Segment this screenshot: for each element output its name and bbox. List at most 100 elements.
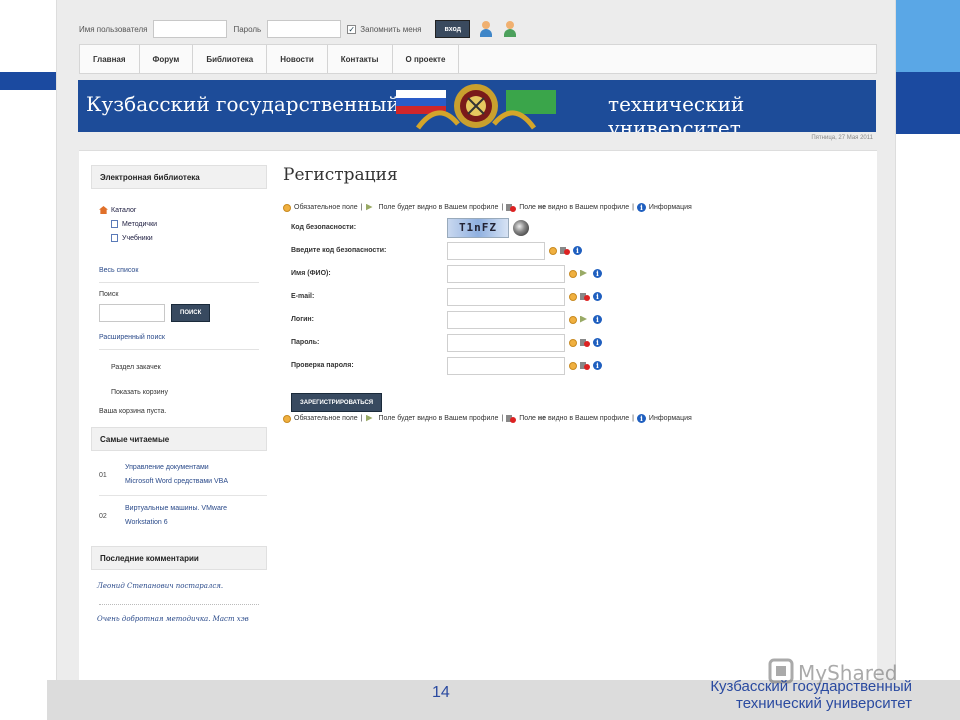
form-row-password: Пароль: i — [283, 331, 863, 354]
legend-hidden-bold: не — [537, 415, 547, 422]
tree-item-manuals[interactable]: Методички — [99, 217, 267, 231]
field-label: Проверка пароля: — [291, 362, 354, 369]
item-title-line2: Workstation 6 — [125, 519, 168, 526]
nav-item-home[interactable]: Главная — [80, 45, 140, 73]
info-icon: i — [636, 203, 646, 212]
nav-item-news[interactable]: Новости — [267, 45, 328, 73]
field-label: Имя (ФИО): — [291, 270, 331, 277]
field-label: Пароль: — [291, 339, 320, 346]
nav-item-library[interactable]: Библиотека — [193, 45, 268, 73]
form-row-email: E-mail: i — [283, 285, 863, 308]
advanced-search-link[interactable]: Расширенный поиск — [91, 334, 267, 341]
username-input[interactable] — [153, 20, 228, 38]
remember-checkbox[interactable]: ✓ — [347, 24, 357, 34]
comment-link[interactable]: Очень добротная методичка. Маст хэв — [91, 615, 267, 623]
visible-icon — [580, 270, 590, 278]
popular-heading: Самые читаемые — [91, 427, 267, 451]
tree-item-catalog[interactable]: Каталог — [99, 203, 267, 217]
login-input[interactable] — [447, 310, 565, 329]
cart-status: Ваша корзина пуста. — [99, 408, 167, 415]
banner-right-text: технический университет — [608, 92, 745, 132]
search-button[interactable]: ПОИСК — [171, 304, 211, 322]
slide-left-margin — [0, 0, 56, 680]
slide-left-accent-bar — [0, 72, 56, 90]
required-icon — [569, 269, 577, 278]
downloads-link[interactable]: Раздел закачек — [91, 364, 267, 371]
user-register-icon[interactable] — [502, 21, 518, 37]
content-area: Электронная библиотека Каталог Методички… — [79, 150, 877, 680]
legend-hidden-bold: не — [537, 204, 547, 211]
hidden-icon — [580, 292, 590, 301]
legend-separator: | — [632, 204, 634, 211]
email-input[interactable] — [447, 287, 565, 306]
legend-required: Обязательное поле — [294, 204, 358, 211]
hidden-icon — [580, 361, 590, 370]
nav-item-contacts[interactable]: Контакты — [328, 45, 393, 73]
legend-hidden-prefix: Поле — [519, 204, 538, 211]
current-date: Пятница, 27 Мая 2011 — [811, 135, 873, 141]
user-login-icon[interactable] — [478, 21, 494, 37]
required-icon — [569, 315, 577, 324]
list-item[interactable]: 01 Управление документами Microsoft Word… — [99, 455, 267, 496]
security-code-input[interactable] — [447, 241, 545, 260]
nav-item-about[interactable]: О проекте — [393, 45, 460, 73]
login-button[interactable]: вход — [435, 20, 471, 38]
comment-link[interactable]: Леонид Степанович постарался. — [91, 582, 267, 590]
form-row-name: Имя (ФИО): i — [283, 262, 863, 285]
required-icon — [283, 414, 291, 423]
hidden-icon — [506, 203, 517, 212]
banner-left-text: Кузбасский государственный — [86, 92, 400, 116]
field-legend-bottom: Обязательное поле | Поле будет видно в В… — [283, 414, 863, 423]
info-icon[interactable]: i — [593, 361, 602, 370]
tree-item-textbooks[interactable]: Учебники — [99, 231, 267, 245]
register-button[interactable]: ЗАРЕГИСТРИРОВАТЬСЯ — [291, 393, 383, 412]
document-icon — [111, 220, 118, 228]
list-item[interactable]: 02 Виртуальные машины. VMware Workstatio… — [99, 496, 267, 536]
site-banner: Кузбасский государственный технический у… — [78, 80, 876, 132]
security-code-row: Код безопасности: T1nFZ — [283, 216, 863, 239]
tree-item-manuals-label: Методички — [122, 220, 158, 228]
info-icon[interactable]: i — [573, 246, 582, 255]
legend-required: Обязательное поле — [294, 415, 358, 422]
legend-visible: Поле будет видно в Вашем профиле — [378, 204, 499, 211]
item-title-line2: Microsoft Word средствами VBA — [125, 478, 229, 485]
captcha-image: T1nFZ — [447, 217, 509, 238]
sidebar-search: ПОИСК — [91, 304, 267, 322]
name-input[interactable] — [447, 264, 565, 283]
tree-item-textbooks-label: Учебники — [122, 234, 153, 242]
slide-page-number: 14 — [432, 684, 450, 701]
document-icon — [111, 234, 118, 242]
footer-line-1: Кузбасский государственный — [710, 678, 912, 695]
password-input[interactable] — [267, 20, 342, 38]
nav-item-forum[interactable]: Форум — [140, 45, 194, 73]
refresh-captcha-icon[interactable] — [513, 219, 529, 236]
sidebar: Электронная библиотека Каталог Методички… — [91, 165, 267, 623]
show-cart-link[interactable]: Показать корзину — [91, 389, 267, 396]
legend-separator: | — [360, 204, 363, 211]
search-input[interactable] — [99, 304, 165, 322]
main-nav: Главная Форум Библиотека Новости Контакт… — [79, 44, 877, 74]
info-icon[interactable]: i — [593, 269, 602, 278]
password-input[interactable] — [447, 333, 565, 352]
form-row-code: Введите код безопасности: i — [283, 239, 863, 262]
legend-separator: | — [360, 415, 363, 422]
required-icon — [283, 203, 291, 212]
password-confirm-input[interactable] — [447, 356, 565, 375]
field-legend-top: Обязательное поле | Поле будет видно в В… — [283, 203, 863, 212]
legend-hidden-prefix: Поле — [519, 415, 538, 422]
visible-icon — [366, 415, 376, 423]
legend-info: Информация — [648, 204, 692, 211]
info-icon[interactable]: i — [593, 292, 602, 301]
info-icon[interactable]: i — [593, 315, 602, 324]
slide: Имя пользователя Пароль ✓ Запомнить меня… — [0, 0, 960, 720]
required-icon — [569, 292, 577, 301]
item-number: 01 — [99, 471, 107, 479]
item-title-line1: Виртуальные машины. VMware — [125, 505, 228, 512]
visible-icon — [366, 204, 376, 212]
security-code-label: Код безопасности: — [291, 224, 357, 231]
username-label: Имя пользователя — [79, 24, 148, 34]
info-icon[interactable]: i — [593, 338, 602, 347]
form-row-login: Логин: i — [283, 308, 863, 331]
hidden-icon — [506, 414, 517, 423]
full-list-link[interactable]: Весь список — [91, 267, 267, 274]
